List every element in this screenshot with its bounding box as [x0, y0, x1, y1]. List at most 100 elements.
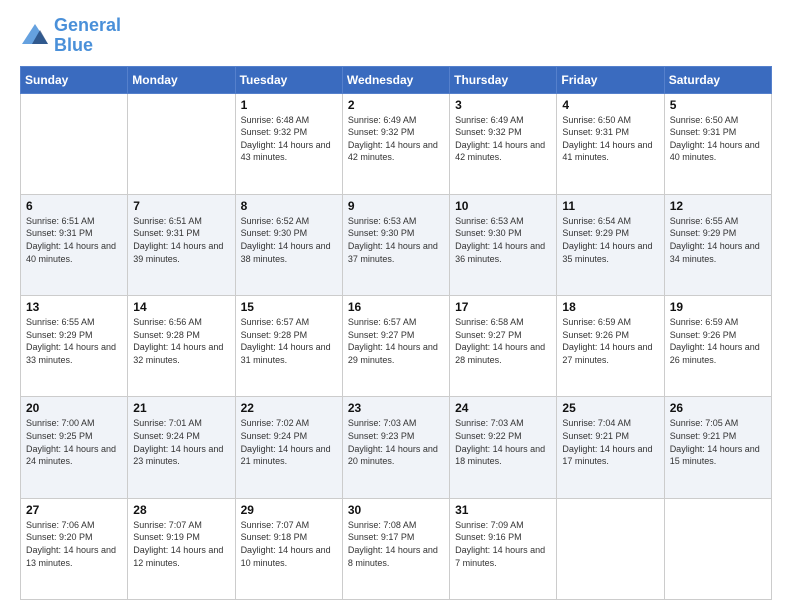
day-cell: 27 Sunrise: 7:06 AMSunset: 9:20 PMDayligh…	[21, 498, 128, 599]
day-info: Sunrise: 7:03 AMSunset: 9:23 PMDaylight:…	[348, 417, 444, 467]
day-cell	[21, 93, 128, 194]
day-info: Sunrise: 6:50 AMSunset: 9:31 PMDaylight:…	[670, 114, 766, 164]
day-cell: 31 Sunrise: 7:09 AMSunset: 9:16 PMDayligh…	[450, 498, 557, 599]
day-cell: 19 Sunrise: 6:59 AMSunset: 9:26 PMDayligh…	[664, 296, 771, 397]
day-cell: 11Sunrise: 6:54 AMSunset: 9:29 PMDayligh…	[557, 194, 664, 295]
day-info: Sunrise: 6:53 AMSunset: 9:30 PMDaylight:…	[348, 215, 444, 265]
day-info: Sunrise: 7:06 AMSunset: 9:20 PMDaylight:…	[26, 519, 122, 569]
day-number: 18	[562, 300, 658, 314]
day-cell	[664, 498, 771, 599]
day-number: 6	[26, 199, 122, 213]
day-number: 31	[455, 503, 551, 517]
day-number: 7	[133, 199, 229, 213]
day-info: Sunrise: 7:01 AMSunset: 9:24 PMDaylight:…	[133, 417, 229, 467]
day-cell: 12 Sunrise: 6:55 AMSunset: 9:29 PMDayligh…	[664, 194, 771, 295]
day-number: 25	[562, 401, 658, 415]
day-info: Sunrise: 7:00 AMSunset: 9:25 PMDaylight:…	[26, 417, 122, 467]
day-number: 9	[348, 199, 444, 213]
day-cell: 1Sunrise: 6:48 AMSunset: 9:32 PMDaylight…	[235, 93, 342, 194]
day-cell: 3Sunrise: 6:49 AMSunset: 9:32 PMDaylight…	[450, 93, 557, 194]
day-number: 20	[26, 401, 122, 415]
day-info: Sunrise: 6:52 AMSunset: 9:30 PMDaylight:…	[241, 215, 337, 265]
logo: General Blue	[20, 16, 121, 56]
day-number: 21	[133, 401, 229, 415]
day-cell: 25 Sunrise: 7:04 AMSunset: 9:21 PMDayligh…	[557, 397, 664, 498]
day-info: Sunrise: 7:09 AMSunset: 9:16 PMDaylight:…	[455, 519, 551, 569]
day-cell: 2Sunrise: 6:49 AMSunset: 9:32 PMDaylight…	[342, 93, 449, 194]
day-info: Sunrise: 7:02 AMSunset: 9:24 PMDaylight:…	[241, 417, 337, 467]
day-cell: 24 Sunrise: 7:03 AMSunset: 9:22 PMDayligh…	[450, 397, 557, 498]
weekday-header-thursday: Thursday	[450, 66, 557, 93]
day-cell: 26Sunrise: 7:05 AMSunset: 9:21 PMDayligh…	[664, 397, 771, 498]
day-number: 11	[562, 199, 658, 213]
day-info: Sunrise: 7:08 AMSunset: 9:17 PMDaylight:…	[348, 519, 444, 569]
day-cell: 15Sunrise: 6:57 AMSunset: 9:28 PMDayligh…	[235, 296, 342, 397]
day-info: Sunrise: 6:49 AMSunset: 9:32 PMDaylight:…	[348, 114, 444, 164]
logo-text: General Blue	[54, 16, 121, 56]
weekday-header-wednesday: Wednesday	[342, 66, 449, 93]
header: General Blue	[20, 16, 772, 56]
day-cell: 17 Sunrise: 6:58 AMSunset: 9:27 PMDayligh…	[450, 296, 557, 397]
day-cell: 16Sunrise: 6:57 AMSunset: 9:27 PMDayligh…	[342, 296, 449, 397]
day-cell: 5 Sunrise: 6:50 AMSunset: 9:31 PMDaylight…	[664, 93, 771, 194]
day-cell	[128, 93, 235, 194]
day-cell: 14Sunrise: 6:56 AMSunset: 9:28 PMDayligh…	[128, 296, 235, 397]
day-cell: 4Sunrise: 6:50 AMSunset: 9:31 PMDaylight…	[557, 93, 664, 194]
weekday-header-sunday: Sunday	[21, 66, 128, 93]
weekday-header-friday: Friday	[557, 66, 664, 93]
weekday-header-tuesday: Tuesday	[235, 66, 342, 93]
day-info: Sunrise: 6:53 AMSunset: 9:30 PMDaylight:…	[455, 215, 551, 265]
day-cell: 18 Sunrise: 6:59 AMSunset: 9:26 PMDayligh…	[557, 296, 664, 397]
day-info: Sunrise: 7:05 AMSunset: 9:21 PMDaylight:…	[670, 417, 766, 467]
day-cell: 10 Sunrise: 6:53 AMSunset: 9:30 PMDayligh…	[450, 194, 557, 295]
day-number: 3	[455, 98, 551, 112]
day-cell	[557, 498, 664, 599]
day-info: Sunrise: 6:59 AMSunset: 9:26 PMDaylight:…	[562, 316, 658, 366]
week-row-4: 20 Sunrise: 7:00 AMSunset: 9:25 PMDayligh…	[21, 397, 772, 498]
day-cell: 6 Sunrise: 6:51 AMSunset: 9:31 PMDaylight…	[21, 194, 128, 295]
day-number: 12	[670, 199, 766, 213]
day-number: 22	[241, 401, 337, 415]
day-number: 30	[348, 503, 444, 517]
day-cell: 28 Sunrise: 7:07 AMSunset: 9:19 PMDayligh…	[128, 498, 235, 599]
day-cell: 7 Sunrise: 6:51 AMSunset: 9:31 PMDaylight…	[128, 194, 235, 295]
day-cell: 21 Sunrise: 7:01 AMSunset: 9:24 PMDayligh…	[128, 397, 235, 498]
week-row-5: 27 Sunrise: 7:06 AMSunset: 9:20 PMDayligh…	[21, 498, 772, 599]
day-number: 28	[133, 503, 229, 517]
day-number: 27	[26, 503, 122, 517]
day-number: 17	[455, 300, 551, 314]
day-cell: 29 Sunrise: 7:07 AMSunset: 9:18 PMDayligh…	[235, 498, 342, 599]
day-number: 10	[455, 199, 551, 213]
day-info: Sunrise: 6:51 AMSunset: 9:31 PMDaylight:…	[133, 215, 229, 265]
day-info: Sunrise: 7:03 AMSunset: 9:22 PMDaylight:…	[455, 417, 551, 467]
day-number: 23	[348, 401, 444, 415]
day-cell: 22 Sunrise: 7:02 AMSunset: 9:24 PMDayligh…	[235, 397, 342, 498]
week-row-3: 13 Sunrise: 6:55 AMSunset: 9:29 PMDayligh…	[21, 296, 772, 397]
day-number: 13	[26, 300, 122, 314]
day-number: 1	[241, 98, 337, 112]
day-cell: 23 Sunrise: 7:03 AMSunset: 9:23 PMDayligh…	[342, 397, 449, 498]
day-info: Sunrise: 6:57 AMSunset: 9:27 PMDaylight:…	[348, 316, 444, 366]
day-info: Sunrise: 6:58 AMSunset: 9:27 PMDaylight:…	[455, 316, 551, 366]
day-info: Sunrise: 6:56 AMSunset: 9:28 PMDaylight:…	[133, 316, 229, 366]
day-number: 8	[241, 199, 337, 213]
day-number: 15	[241, 300, 337, 314]
day-info: Sunrise: 7:07 AMSunset: 9:19 PMDaylight:…	[133, 519, 229, 569]
day-number: 29	[241, 503, 337, 517]
week-row-2: 6 Sunrise: 6:51 AMSunset: 9:31 PMDaylight…	[21, 194, 772, 295]
day-info: Sunrise: 6:50 AMSunset: 9:31 PMDaylight:…	[562, 114, 658, 164]
weekday-header-monday: Monday	[128, 66, 235, 93]
day-cell: 20 Sunrise: 7:00 AMSunset: 9:25 PMDayligh…	[21, 397, 128, 498]
day-info: Sunrise: 7:07 AMSunset: 9:18 PMDaylight:…	[241, 519, 337, 569]
day-info: Sunrise: 6:55 AMSunset: 9:29 PMDaylight:…	[26, 316, 122, 366]
day-number: 24	[455, 401, 551, 415]
day-info: Sunrise: 6:59 AMSunset: 9:26 PMDaylight:…	[670, 316, 766, 366]
page: General Blue SundayMondayTuesdayWednesda…	[0, 0, 792, 612]
day-number: 5	[670, 98, 766, 112]
day-info: Sunrise: 6:55 AMSunset: 9:29 PMDaylight:…	[670, 215, 766, 265]
day-info: Sunrise: 6:51 AMSunset: 9:31 PMDaylight:…	[26, 215, 122, 265]
day-info: Sunrise: 7:04 AMSunset: 9:21 PMDaylight:…	[562, 417, 658, 467]
week-row-1: 1Sunrise: 6:48 AMSunset: 9:32 PMDaylight…	[21, 93, 772, 194]
day-cell: 8 Sunrise: 6:52 AMSunset: 9:30 PMDaylight…	[235, 194, 342, 295]
day-number: 19	[670, 300, 766, 314]
